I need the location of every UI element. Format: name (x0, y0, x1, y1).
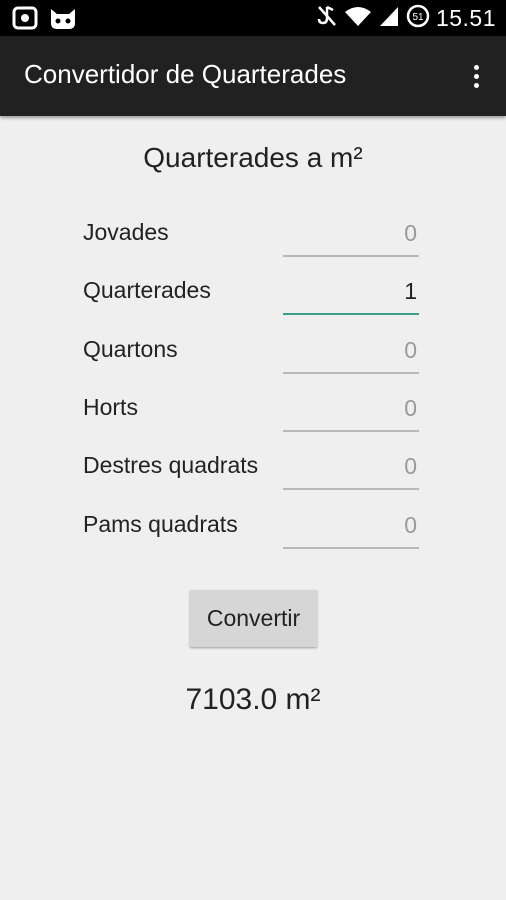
signal-icon (378, 4, 400, 33)
overflow-dot (473, 82, 479, 88)
quartons-label: Quartons (83, 336, 178, 362)
status-bar: 51 15.51 (0, 0, 506, 36)
row-quarterades: Quarterades (83, 269, 423, 321)
cat-face-icon (48, 5, 78, 36)
quarterades-input[interactable] (283, 269, 419, 315)
row-quartons: Quartons (83, 328, 423, 380)
app-title: Convertidor de Quarterades (24, 59, 347, 89)
jovades-input[interactable] (283, 211, 419, 257)
quarterades-label: Quarterades (83, 277, 211, 303)
status-left-icons (12, 5, 78, 36)
row-pams-quadrats: Pams quadrats (83, 503, 423, 555)
overflow-menu-icon[interactable] (464, 58, 488, 94)
pams-quadrats-label: Pams quadrats (83, 511, 238, 537)
battery-icon: 51 (406, 4, 430, 33)
pams-quadrats-input[interactable] (283, 503, 419, 549)
overflow-dot (473, 73, 479, 79)
status-right-icons: 51 15.51 (316, 3, 496, 33)
row-horts: Horts (83, 386, 423, 438)
destres-quadrats-input[interactable] (283, 444, 419, 490)
overflow-dot (473, 64, 479, 70)
horts-label: Horts (83, 394, 138, 420)
action-bar: Convertidor de Quarterades (0, 36, 506, 116)
wifi-icon (344, 4, 372, 33)
quartons-input[interactable] (283, 328, 419, 374)
jovades-label: Jovades (83, 219, 169, 245)
battery-level: 51 (412, 12, 424, 23)
destres-quadrats-label: Destres quadrats (83, 452, 259, 478)
convert-button[interactable]: Convertir (190, 590, 317, 647)
mute-icon (316, 4, 338, 33)
result-value: 7103.0 m² (185, 683, 321, 716)
row-jovades: Jovades (83, 211, 423, 263)
section-title: Quarterades a m² (143, 142, 363, 173)
camera-icon (12, 5, 38, 36)
status-time: 15.51 (435, 4, 496, 31)
horts-input[interactable] (283, 386, 419, 432)
row-destres-quadrats: Destres quadrats (83, 444, 423, 496)
